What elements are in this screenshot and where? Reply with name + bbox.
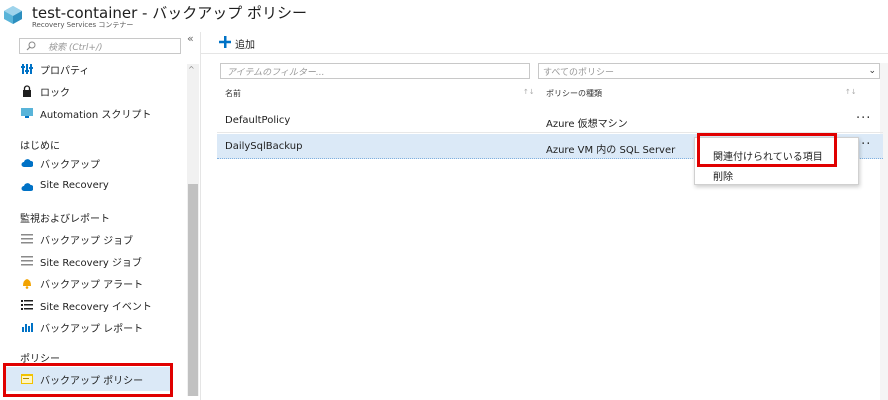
filter-placeholder: アイテムのフィルター... [227,68,325,78]
command-bar: 追加 [201,32,888,54]
sidebar-item-properties[interactable]: プロパティ [0,58,187,80]
policy-type-cell: Azure VM 内の SQL Server [546,145,676,156]
sidebar-item-lock[interactable]: ロック [0,80,187,102]
section-heading-getting-started: はじめに [20,141,60,152]
sidebar-item-label: ロック [40,88,70,99]
site-recovery-cloud-icon [21,183,33,191]
sidebar-item-automation-script[interactable]: Automation スクリプト [0,102,187,124]
scroll-up-icon[interactable]: ^ [188,65,195,74]
chevron-down-icon: ⌄ [868,66,876,76]
jobs-list-icon [21,256,33,266]
sidebar-item-site-recovery-jobs[interactable]: Site Recovery ジョブ [0,250,187,272]
menu-scrollbar-thumb[interactable] [188,184,198,396]
sidebar-item-label: バックアップ ジョブ [40,236,134,247]
backup-cloud-icon [21,159,33,167]
collapse-menu-button[interactable]: « [187,32,194,45]
sidebar-item-backup-reports[interactable]: バックアップ レポート [0,316,187,338]
more-options-icon[interactable]: ··· [856,111,871,126]
recovery-vault-icon [4,6,22,24]
sort-icon[interactable]: ↑↓ [523,88,535,96]
section-heading-monitoring: 監視およびレポート [20,214,110,225]
policy-select-value: すべてのポリシー [543,68,615,78]
sidebar-item-label: Site Recovery イベント [40,302,152,313]
sidebar-item-site-recovery[interactable]: Site Recovery [0,176,187,198]
sort-icon[interactable]: ↑↓ [845,88,857,96]
lock-icon [23,85,31,97]
policy-name-cell: DefaultPolicy [225,115,291,126]
sidebar-item-backup-jobs[interactable]: バックアップ ジョブ [0,228,187,250]
page-subtitle: Recovery Services コンテナー [32,21,134,29]
highlight-box [3,363,173,397]
highlight-box [697,133,837,167]
column-header-name[interactable]: 名前 [225,88,241,99]
menu-search-input[interactable]: 検索 (Ctrl+/) [19,38,181,54]
search-icon [26,41,36,51]
sidebar-item-site-recovery-events[interactable]: Site Recovery イベント [0,294,187,316]
jobs-list-icon [21,234,33,244]
sidebar-item-label: Site Recovery [40,180,109,191]
properties-icon [21,64,33,74]
sidebar-item-label: バックアップ [40,160,100,171]
sidebar-item-backup[interactable]: バックアップ [0,152,187,174]
sidebar-item-label: Automation スクリプト [40,110,152,121]
menu-item-delete[interactable]: 削除 [713,168,733,183]
sidebar-item-label: バックアップ アラート [40,280,144,291]
column-header-policy-type[interactable]: ポリシーの種類 [546,88,602,99]
main-content: 追加 アイテムのフィルター... すべてのポリシー ⌄ 名前 ↑↓ ポリシーの種… [201,32,888,400]
sidebar-item-label: プロパティ [40,66,90,77]
sidebar-item-label: Site Recovery ジョブ [40,258,142,269]
resource-menu: 検索 (Ctrl+/) « ^ プロパティ ロック Automation スクリ… [0,32,201,400]
blade-header: test-container - バックアップ ポリシー Recovery Se… [0,0,888,32]
add-button-label: 追加 [235,40,255,51]
alert-bell-icon [23,279,31,289]
events-list-icon [21,300,33,310]
policy-name-cell: DailySqlBackup [225,141,303,152]
automation-script-icon [21,108,33,118]
search-placeholder: 検索 (Ctrl+/) [48,43,103,53]
policy-type-select[interactable]: すべてのポリシー ⌄ [538,63,880,79]
item-filter-input[interactable]: アイテムのフィルター... [220,63,530,79]
sidebar-item-backup-alerts[interactable]: バックアップ アラート [0,272,187,294]
table-row[interactable]: DefaultPolicy Azure 仮想マシン ··· [217,108,883,133]
report-chart-icon [22,323,33,332]
sidebar-item-label: バックアップ レポート [40,324,144,335]
policy-type-cell: Azure 仮想マシン [546,119,628,130]
plus-icon [219,36,231,48]
